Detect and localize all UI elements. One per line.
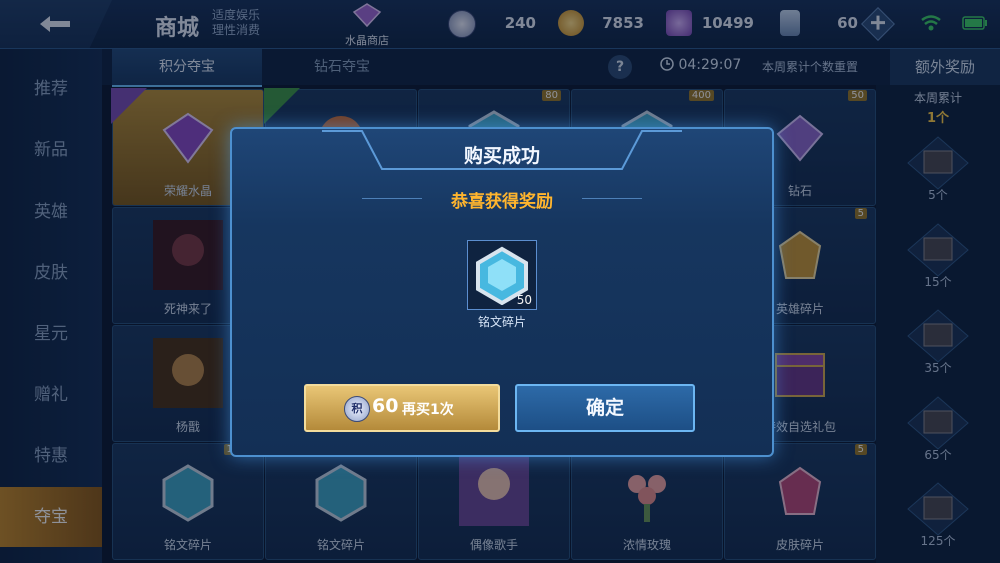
confirm-button[interactable]: 确定: [515, 384, 695, 432]
purchase-success-dialog: 购买成功 恭喜获得奖励 50 铭文碎片 积 60 再买1次 确定: [230, 127, 774, 457]
reward-count: 50: [516, 293, 532, 307]
buy-again-label: 再买1次: [402, 402, 454, 418]
reward-name: 铭文碎片: [477, 315, 526, 329]
dialog-title: 购买成功: [463, 145, 540, 167]
buy-again-price: 60: [372, 395, 399, 417]
dialog-subtitle: 恭喜获得奖励: [451, 192, 553, 212]
divider-right: [582, 198, 642, 199]
buy-again-button[interactable]: 积 60 再买1次: [304, 384, 500, 432]
points-coin-icon: 积: [344, 396, 370, 422]
reward-item[interactable]: 50: [467, 240, 537, 310]
